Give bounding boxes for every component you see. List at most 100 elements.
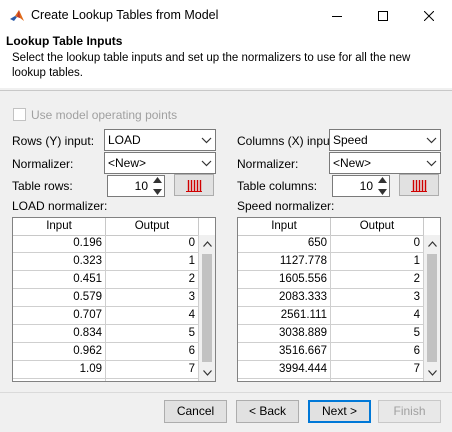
output-cell[interactable]: 6 (106, 343, 199, 361)
input-cell[interactable]: 1.09 (13, 361, 106, 379)
input-cell[interactable]: 4472.222 (238, 379, 331, 381)
rows-normalizer-table[interactable]: Input Output 0.196 0 0.323 1 0.451 2 0.579 3 0.7… (12, 217, 216, 382)
rows-plot-button[interactable] (174, 174, 214, 196)
table-row[interactable]: 2083.333 3 (238, 289, 424, 307)
input-cell[interactable]: 1127.778 (238, 253, 331, 271)
input-cell[interactable]: 0.834 (13, 325, 106, 343)
input-cell[interactable]: 650 (238, 235, 331, 253)
table-row[interactable]: 0.962 6 (13, 343, 199, 361)
output-cell[interactable]: 8 (106, 379, 199, 381)
output-cell[interactable]: 3 (331, 289, 424, 307)
output-cell[interactable]: 7 (106, 361, 199, 379)
input-cell[interactable]: 1605.556 (238, 271, 331, 289)
columns-table-scrollbar[interactable] (424, 235, 440, 381)
operating-points-checkbox[interactable] (13, 108, 26, 121)
input-cell[interactable]: 0.707 (13, 307, 106, 325)
bar-plot-icon (411, 180, 427, 192)
table-row[interactable]: 1.2178 (13, 379, 199, 381)
table-row[interactable]: 0.707 4 (13, 307, 199, 325)
table-row[interactable]: 1.09 7 (13, 361, 199, 379)
output-cell[interactable]: 5 (331, 325, 424, 343)
table-row[interactable]: 3038.889 5 (238, 325, 424, 343)
rows-normalizer-dropdown[interactable]: <New> (104, 152, 216, 174)
close-icon (424, 11, 434, 21)
input-cell[interactable]: 2561.111 (238, 307, 331, 325)
rows-count-spinner[interactable]: 10 (107, 175, 165, 197)
output-cell[interactable]: 4 (331, 307, 424, 325)
table-row[interactable]: 0.834 5 (13, 325, 199, 343)
spin-up-icon[interactable] (377, 177, 387, 183)
rows-table-scrollbar[interactable] (199, 235, 215, 381)
input-cell[interactable]: 3994.444 (238, 361, 331, 379)
output-cell[interactable]: 2 (106, 271, 199, 289)
table-row[interactable]: 2561.111 4 (238, 307, 424, 325)
columns-count-value: 10 (359, 179, 373, 193)
columns-count-spinner[interactable]: 10 (332, 175, 390, 197)
scrollbar-thumb[interactable] (427, 254, 437, 362)
output-cell[interactable]: 3 (106, 289, 199, 307)
columns-normalizer-table[interactable]: Input Output 650 0 1127.778 1 1605.556 2 2083.… (237, 217, 441, 382)
input-cell[interactable]: 1.217 (13, 379, 106, 381)
output-cell[interactable]: 2 (331, 271, 424, 289)
scroll-up-icon[interactable] (199, 236, 215, 252)
output-cell[interactable]: 0 (331, 235, 424, 253)
minimize-icon (332, 16, 342, 17)
input-cell[interactable]: 0.196 (13, 235, 106, 253)
rows-input-value: LOAD (108, 133, 141, 147)
chevron-down-icon (201, 160, 212, 167)
page-title: Lookup Table Inputs (6, 34, 123, 48)
input-cell[interactable]: 0.323 (13, 253, 106, 271)
finish-button: Finish (378, 400, 441, 423)
output-cell[interactable]: 1 (106, 253, 199, 271)
columns-input-dropdown[interactable]: Speed (329, 129, 441, 151)
close-button[interactable] (406, 0, 452, 32)
output-cell[interactable]: 0 (106, 235, 199, 253)
input-cell[interactable]: 3038.889 (238, 325, 331, 343)
input-cell[interactable]: 0.451 (13, 271, 106, 289)
table-row[interactable]: 0.323 1 (13, 253, 199, 271)
output-cell[interactable]: 5 (106, 325, 199, 343)
column-header-input[interactable]: Input (238, 218, 331, 235)
columns-normalizer-dropdown[interactable]: <New> (329, 152, 441, 174)
column-header-output[interactable]: Output (106, 218, 199, 235)
maximize-button[interactable] (360, 0, 406, 32)
table-row[interactable]: 650 0 (238, 235, 424, 253)
table-row[interactable]: 0.579 3 (13, 289, 199, 307)
input-cell[interactable]: 3516.667 (238, 343, 331, 361)
spin-down-icon[interactable] (377, 189, 387, 195)
input-cell[interactable]: 0.962 (13, 343, 106, 361)
rows-count-label: Table rows: (12, 179, 73, 193)
table-row[interactable]: 3516.667 6 (238, 343, 424, 361)
spin-down-icon[interactable] (152, 189, 162, 195)
operating-points-label: Use model operating points (31, 108, 178, 122)
cancel-button[interactable]: Cancel (164, 400, 227, 423)
footer-divider (0, 392, 452, 393)
input-cell[interactable]: 2083.333 (238, 289, 331, 307)
spin-up-icon[interactable] (152, 177, 162, 183)
column-header-input[interactable]: Input (13, 218, 106, 235)
back-button[interactable]: < Back (236, 400, 299, 423)
scrollbar-thumb[interactable] (202, 254, 212, 362)
output-cell[interactable]: 6 (331, 343, 424, 361)
column-header-output[interactable]: Output (331, 218, 424, 235)
input-cell[interactable]: 0.579 (13, 289, 106, 307)
output-cell[interactable]: 7 (331, 361, 424, 379)
columns-input-label: Columns (X) input: (237, 134, 337, 148)
output-cell[interactable]: 1 (331, 253, 424, 271)
table-row[interactable]: 0.196 0 (13, 235, 199, 253)
scroll-down-icon[interactable] (424, 365, 440, 381)
output-cell[interactable]: 8 (331, 379, 424, 381)
table-row[interactable]: 4472.2228 (238, 379, 424, 381)
next-button[interactable]: Next > (308, 400, 371, 423)
minimize-button[interactable] (314, 0, 360, 32)
rows-input-dropdown[interactable]: LOAD (104, 129, 216, 151)
table-row[interactable]: 1127.778 1 (238, 253, 424, 271)
table-row[interactable]: 0.451 2 (13, 271, 199, 289)
table-row[interactable]: 3994.444 7 (238, 361, 424, 379)
table-row[interactable]: 1605.556 2 (238, 271, 424, 289)
output-cell[interactable]: 4 (106, 307, 199, 325)
scroll-down-icon[interactable] (199, 365, 215, 381)
maximize-icon (378, 11, 388, 21)
columns-plot-button[interactable] (399, 174, 439, 196)
scroll-up-icon[interactable] (424, 236, 440, 252)
